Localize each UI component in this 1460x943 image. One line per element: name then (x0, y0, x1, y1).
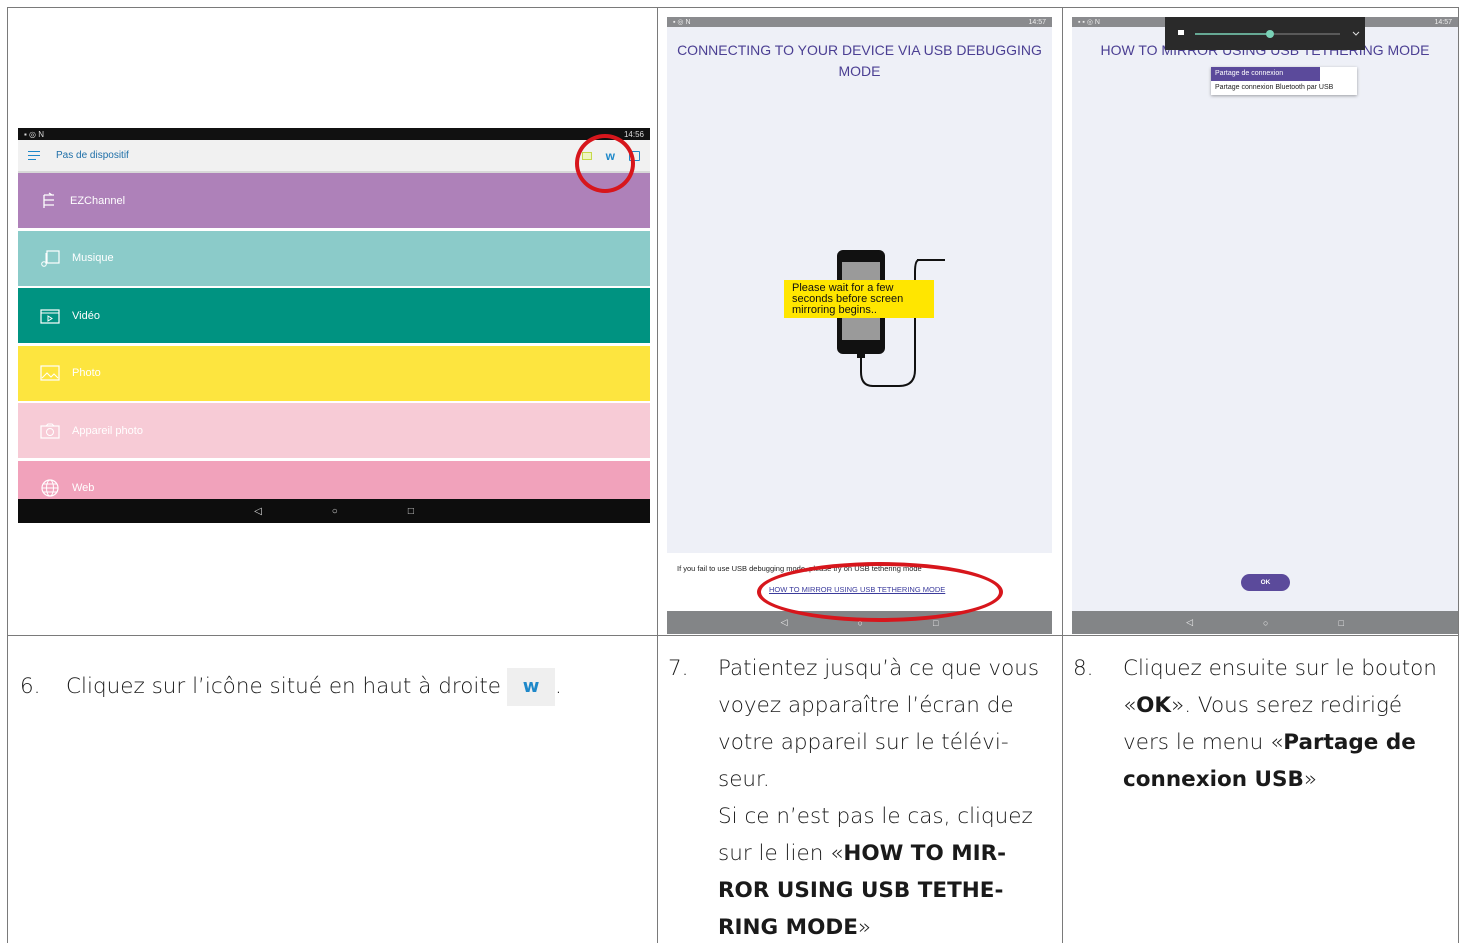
screenshot-usb-tethering: ▪ ▪ ◎ N 14:57 HOW TO MIRROR USING USB TE… (1072, 17, 1458, 634)
caption-step-7: 7. Patientez jusqu’à ce que vous voyez a… (668, 650, 1053, 940)
menu-item-label: Musique (72, 252, 114, 264)
table-col-divider-1 (657, 7, 658, 943)
step-text: Cliquez ensuite sur le bouton «OK». Vous… (1123, 650, 1437, 798)
music-icon (41, 250, 60, 267)
step-text-bold: OK (1136, 693, 1172, 718)
recents-icon[interactable]: □ (408, 506, 414, 517)
menu-item-ezchannel[interactable]: EZChannel (18, 173, 650, 228)
status-time: 14:57 (1434, 18, 1452, 26)
menu-item-musique[interactable]: Musique (18, 230, 650, 286)
menu-item-label: Vidéo (72, 309, 100, 322)
app-bar: Pas de dispositif ᴡ (18, 140, 650, 173)
step-number: 8. (1073, 656, 1094, 681)
tv-icon (43, 191, 54, 208)
ok-button[interactable]: OK (1241, 574, 1290, 591)
step-text-part: » (857, 915, 872, 940)
photo-icon (40, 365, 60, 381)
table-border-top (7, 7, 1459, 8)
step-text-end: . (555, 674, 562, 699)
step-text: Patientez jusqu’à ce que vous voyez appa… (718, 650, 1039, 943)
dropdown-option[interactable]: Partage connexion Bluetooth par USB (1211, 81, 1357, 95)
step-text-line: voyez apparaître l’écran de (718, 693, 1014, 718)
volume-slider[interactable] (1165, 17, 1365, 50)
status-icons: ▪ ▪ ◎ N (1078, 19, 1100, 26)
android-nav-bar: ◁ ○ □ (1072, 611, 1458, 634)
menu-item-label: Photo (72, 367, 101, 379)
table-border-right (1458, 7, 1459, 943)
globe-icon (41, 479, 59, 497)
step-text-bold: RING MODE (718, 915, 858, 940)
step-text-bold: ROR USING USB TETHE- (718, 878, 1004, 903)
camera-icon (40, 423, 60, 439)
home-icon[interactable]: ○ (1263, 618, 1268, 628)
menu-item-appareil-photo[interactable]: Appareil photo (18, 403, 650, 458)
menu-item-video[interactable]: Vidéo (18, 288, 650, 343)
step-text-part: vers le menu « (1123, 730, 1284, 755)
back-icon[interactable]: ◁ (254, 506, 262, 517)
step-text-part: « (1123, 693, 1137, 718)
table-row-divider (7, 635, 1459, 636)
dropdown-selected[interactable]: Partage de connexion (1211, 67, 1320, 81)
step-text-line: Patientez jusqu’à ce que vous (718, 656, 1040, 681)
android-nav-bar: ◁ ○ □ (18, 499, 650, 523)
step-text-line: connexion USB» (1123, 761, 1437, 798)
table-col-divider-2 (1062, 7, 1063, 943)
menu-item-label: EZChannel (70, 194, 126, 207)
step-text-line: seur. (718, 767, 770, 792)
screenshot-usb-debugging: ▪ ◎ N 14:57 CONNECTING TO YOUR DEVICE VI… (667, 17, 1052, 634)
status-icons: ▪ ◎ N (673, 19, 691, 26)
step-text: Cliquez sur l’icône situé en haut à droi… (66, 668, 562, 706)
status-bar: ▪ ◎ N 14:56 (18, 128, 650, 140)
step-text-part: sur le lien « (718, 841, 844, 866)
table-border-left (7, 7, 8, 943)
volume-panel[interactable] (1165, 17, 1365, 50)
step-text-line: sur le lien «HOW TO MIR- (718, 835, 1039, 872)
step-text-line: Cliquez sur l’icône situé en haut à droi… (66, 674, 502, 699)
highlight-circle (757, 562, 1003, 622)
caption-step-6: 6. Cliquez sur l’icône situé en haut à d… (20, 668, 640, 708)
status-time: 14:56 (623, 129, 644, 139)
step-number: 6. (20, 674, 41, 699)
connection-dropdown[interactable]: Partage de connexion Partage connexion B… (1211, 67, 1357, 95)
step-text-line: «OK». Vous serez redirigé (1123, 687, 1437, 724)
menu-icon[interactable] (28, 150, 44, 162)
step-text-bold: HOW TO MIR- (843, 841, 1007, 866)
app-title: Pas de dispositif (56, 150, 129, 161)
menu-item-photo[interactable]: Photo (18, 345, 650, 401)
menu-item-label: Appareil photo (72, 424, 143, 437)
wait-tooltip: Please wait for a few seconds before scr… (784, 280, 934, 318)
menu-item-label: Web (72, 482, 95, 494)
status-icons: ▪ ◎ N (24, 129, 45, 139)
video-icon (40, 308, 60, 324)
page-title: CONNECTING TO YOUR DEVICE VIA USB DEBUGG… (677, 42, 1042, 79)
step-text-part: ». Vous serez redirigé (1171, 693, 1403, 718)
step-text-line: votre appareil sur le télévi- (718, 730, 1009, 755)
step-text-part: » (1303, 767, 1317, 792)
caption-step-8: 8. Cliquez ensuite sur le bouton «OK». V… (1073, 650, 1453, 810)
step-number: 7. (668, 656, 689, 681)
step-text-line: Si ce n’est pas le cas, cliquez (718, 804, 1033, 829)
recents-icon[interactable]: □ (1338, 618, 1343, 628)
mirror-icon: ᴡ (507, 668, 556, 706)
step-text-line: RING MODE» (718, 909, 1039, 943)
back-icon[interactable]: ◁ (1186, 617, 1193, 628)
step-text-line: vers le menu «Partage de (1123, 724, 1437, 761)
step-text-line: ROR USING USB TETHE- (718, 872, 1039, 909)
home-icon[interactable]: ○ (332, 506, 338, 517)
back-icon[interactable]: ◁ (781, 617, 788, 628)
step-text-line: Cliquez ensuite sur le bouton (1123, 656, 1437, 681)
step-text-bold: connexion USB (1123, 767, 1304, 792)
recents-icon[interactable]: □ (933, 618, 938, 628)
step-text-bold: Partage de (1283, 730, 1416, 755)
status-time: 14:57 (1028, 18, 1046, 26)
status-bar: ▪ ◎ N 14:57 (667, 17, 1052, 27)
highlight-circle (575, 134, 635, 193)
screenshot-app-home: ▪ ◎ N 14:56 Pas de dispositif ᴡ EZChanne… (18, 128, 650, 523)
